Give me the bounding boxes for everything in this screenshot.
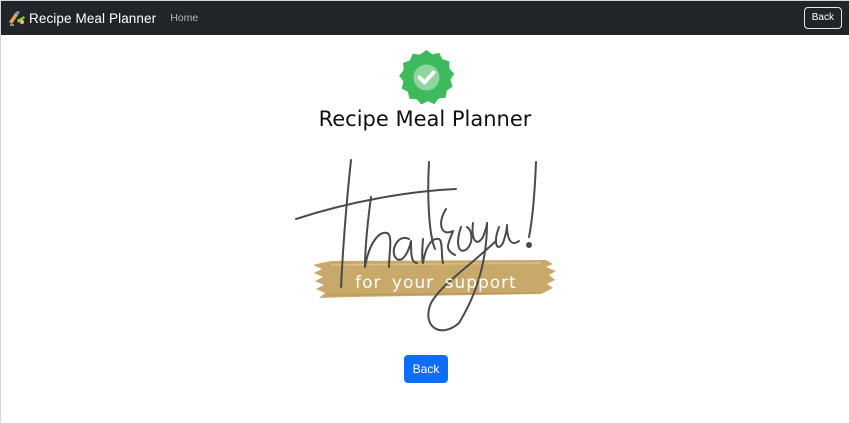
support-caption: for your support: [355, 273, 517, 293]
top-navbar: Recipe Meal Planner Home Back: [1, 1, 849, 35]
back-button[interactable]: Back: [404, 355, 448, 383]
nav-link-home[interactable]: Home: [170, 12, 198, 24]
brand-label: Recipe Meal Planner: [29, 10, 157, 26]
app-window: Recipe Meal Planner Home Back Recipe Mea…: [0, 0, 850, 424]
recipe-logo-icon: [8, 10, 26, 26]
page-title: Recipe Meal Planner: [318, 107, 532, 131]
thank-you-illustration: [291, 157, 561, 332]
navbar-back-button[interactable]: Back: [803, 7, 842, 29]
navbar-brand[interactable]: Recipe Meal Planner: [8, 10, 156, 26]
verified-check-badge-icon: [397, 48, 456, 107]
